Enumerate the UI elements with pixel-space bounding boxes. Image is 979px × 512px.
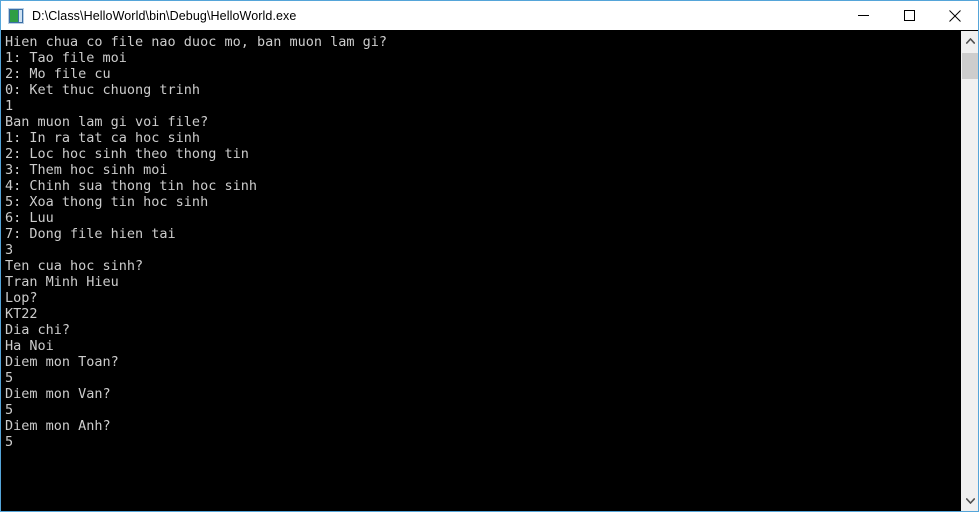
console-line: Diem mon Toan? [5, 354, 119, 370]
chevron-down-icon [965, 498, 975, 504]
vertical-scrollbar[interactable] [961, 31, 978, 511]
chevron-up-icon [965, 38, 975, 44]
console-line: 5 [5, 370, 14, 386]
console-line: 3: Them hoc sinh moi [5, 162, 168, 178]
console-line: 2: Mo file cu [5, 66, 111, 82]
console-app-icon [8, 7, 24, 24]
console-line: KT22 [5, 306, 38, 322]
console-line: 0: Ket thuc chuong trinh [5, 82, 201, 98]
console-body[interactable]: Hien chua co file nao duoc mo, ban muon … [1, 31, 978, 511]
close-button[interactable] [932, 1, 978, 30]
console-line: Diem mon Van? [5, 386, 111, 402]
minimize-button[interactable] [840, 1, 886, 30]
console-window: D:\Class\HelloWorld\bin\Debug\HelloWorld… [0, 0, 979, 512]
console-line: Ban muon lam gi voi file? [5, 114, 209, 130]
console-output[interactable]: Hien chua co file nao duoc mo, ban muon … [1, 31, 961, 511]
console-line: Diem mon Anh? [5, 418, 111, 434]
console-line: Lop? [5, 290, 38, 306]
maximize-button[interactable] [886, 1, 932, 30]
console-line: 1: Tao file moi [5, 50, 127, 66]
console-line: 5 [5, 434, 14, 450]
console-line: 4: Chinh sua thong tin hoc sinh [5, 178, 257, 194]
minimize-icon [857, 15, 869, 16]
console-line: 5: Xoa thong tin hoc sinh [5, 194, 209, 210]
maximize-icon [903, 10, 915, 21]
console-line: Tran Minh Hieu [5, 274, 119, 290]
scroll-up-button[interactable] [962, 31, 978, 51]
window-controls [840, 1, 978, 30]
window-title: D:\Class\HelloWorld\bin\Debug\HelloWorld… [32, 8, 297, 23]
close-icon [949, 9, 961, 22]
title-bar[interactable]: D:\Class\HelloWorld\bin\Debug\HelloWorld… [1, 1, 978, 31]
console-line: Dia chi? [5, 322, 71, 338]
console-line: 7: Dong file hien tai [5, 226, 176, 242]
console-line: 2: Loc hoc sinh theo thong tin [5, 146, 249, 162]
console-line: 5 [5, 402, 14, 418]
console-line: Hien chua co file nao duoc mo, ban muon … [5, 34, 388, 50]
scroll-down-button[interactable] [962, 491, 978, 511]
console-line: 3 [5, 242, 14, 258]
console-line: Ha Noi [5, 338, 54, 354]
console-line: 6: Luu [5, 210, 54, 226]
scrollbar-track[interactable] [962, 51, 978, 491]
scrollbar-thumb[interactable] [962, 53, 978, 79]
console-line: 1: In ra tat ca hoc sinh [5, 130, 201, 146]
console-line: 1 [5, 98, 14, 114]
console-line: Ten cua hoc sinh? [5, 258, 144, 274]
